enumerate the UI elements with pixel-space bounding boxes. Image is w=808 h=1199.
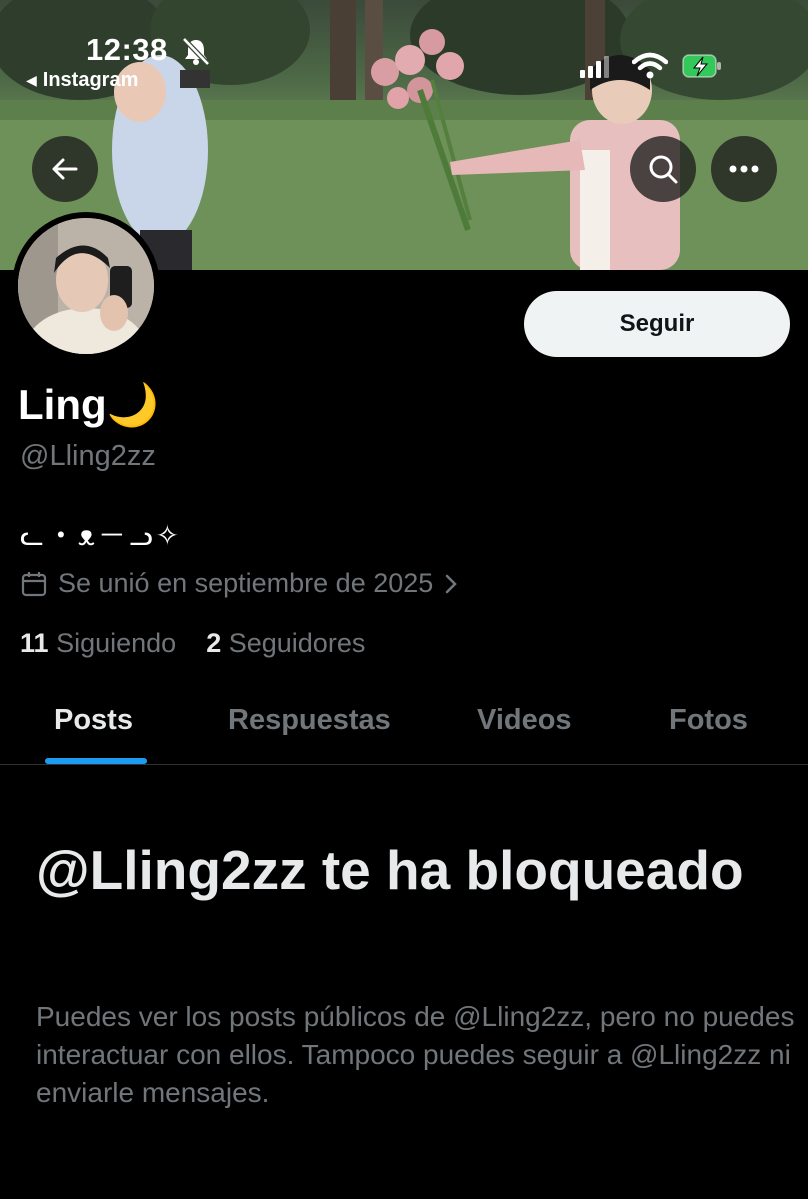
status-time: 12:38: [86, 32, 168, 67]
blocked-title: @Lling2zz te ha bloqueado: [36, 839, 744, 901]
more-button[interactable]: [711, 136, 777, 202]
tab-fotos[interactable]: Fotos: [669, 704, 748, 737]
battery-charging-icon: [682, 54, 721, 78]
back-to-app[interactable]: ◀ Instagram: [26, 69, 138, 92]
tab-respuestas[interactable]: Respuestas: [228, 704, 391, 737]
tab-videos[interactable]: Videos: [477, 704, 572, 737]
following-count: 11: [20, 628, 49, 658]
status-bar: 12:38 ◀ Instagram: [0, 0, 808, 100]
more-horizontal-icon: [729, 165, 759, 173]
bell-slash-icon: [182, 37, 210, 66]
follow-counts: 11 Siguiendo 2 Seguidores: [20, 628, 365, 659]
arrow-left-icon: [52, 158, 78, 180]
followers-link[interactable]: 2 Seguidores: [206, 628, 365, 658]
signal-icon: [580, 56, 609, 78]
tab-posts[interactable]: Posts: [54, 704, 133, 737]
avatar-image: [18, 218, 154, 354]
search-icon: [649, 155, 678, 184]
calendar-icon: [21, 571, 47, 596]
followers-label: Seguidores: [228, 628, 366, 658]
joined-date[interactable]: Se unió en septiembre de 2025: [20, 568, 459, 599]
search-button[interactable]: [630, 136, 696, 202]
display-name: Ling🌙: [18, 381, 159, 428]
wifi-icon: [632, 52, 668, 79]
back-app-label: Instagram: [42, 69, 139, 91]
chevron-right-icon: [446, 574, 458, 593]
active-tab-indicator: [45, 758, 147, 764]
joined-label: Se unió en septiembre de 2025: [58, 568, 434, 598]
profile-tabs: Posts Respuestas Videos Fotos: [0, 688, 808, 765]
followers-count: 2: [206, 628, 222, 658]
following-link[interactable]: 11 Siguiendo: [20, 628, 176, 658]
back-button[interactable]: [32, 136, 98, 202]
blocked-message: Puedes ver los posts públicos de @Lling2…: [36, 1001, 795, 1108]
profile-handle: @Lling2zz: [20, 440, 156, 472]
follow-button[interactable]: Seguir: [524, 291, 790, 357]
profile-bio: ᓚ・ᴥ－ᓗ✧: [20, 520, 183, 551]
avatar[interactable]: [12, 212, 160, 360]
following-label: Siguiendo: [56, 628, 177, 658]
back-triangle-icon: ◀: [26, 72, 37, 88]
